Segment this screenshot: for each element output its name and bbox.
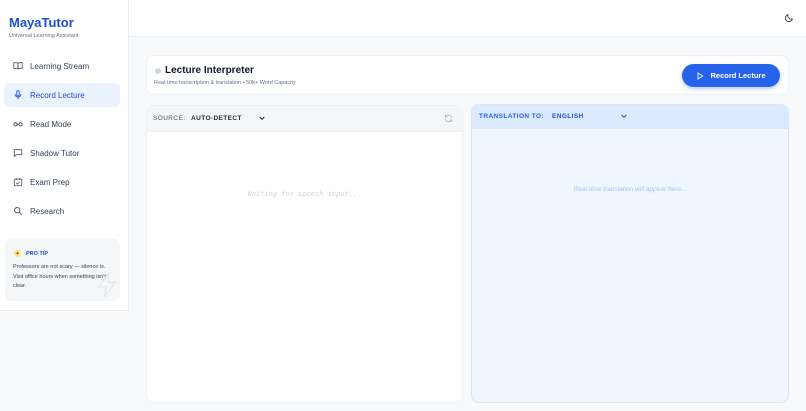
sidebar-item-research[interactable]: Research [4,199,120,223]
search-icon [13,206,23,216]
source-placeholder: Waiting for speech input... [247,190,362,198]
sidebar-item-record-lecture[interactable]: Record Lecture [4,83,120,107]
translation-placeholder: Real-time translation will appear here..… [573,186,687,193]
pro-tip-heading-text: PRO TIP [26,250,49,257]
source-panel-header: SOURCE: AUTO-DETECT [147,106,462,132]
play-outline-icon [698,71,704,80]
book-open-icon [13,61,23,71]
sidebar: MayaTutor Universal Learning Assistant L… [0,0,129,311]
chevron-down-icon[interactable] [620,112,628,120]
app-root: MayaTutor Universal Learning Assistant L… [0,0,806,411]
pro-tip-heading: ✦ PRO TIP [14,250,48,257]
chevron-down-icon[interactable] [258,114,266,122]
sidebar-item-label: Read Mode [30,119,72,129]
sidebar-item-label: Learning Stream [30,61,90,71]
sidebar-item-read-mode[interactable]: Read Mode [4,112,120,136]
translation-label: TRANSLATION TO: [479,113,544,120]
microphone-icon [13,90,23,100]
lightbulb-icon: ✦ [14,250,21,257]
sidebar-item-label: Research [30,206,65,216]
sidebar-item-label: Exam Prep [30,177,70,187]
target-language-select[interactable]: ENGLISH [552,113,584,120]
record-lecture-label: Record Lecture [710,71,766,80]
translation-panel-header: TRANSLATION TO: ENGLISH [472,105,788,129]
sidebar-item-exam-prep[interactable]: Exam Prep [4,170,120,194]
top-bar [129,0,806,37]
brand-tagline: Universal Learning Assistant [9,33,79,39]
record-lecture-button[interactable]: Record Lecture [682,64,780,87]
moon-icon[interactable] [784,13,794,23]
calendar-check-icon [13,177,23,187]
source-label: SOURCE: [153,115,186,122]
sidebar-item-label: Record Lecture [30,90,85,100]
page-title: Lecture Interpreter [165,65,254,76]
brand-title: MayaTutor [9,15,74,30]
source-panel: SOURCE: AUTO-DETECT Waiting for speech i… [146,105,463,403]
pro-tip-card: ✦ PRO TIP Professors are not scary — sil… [5,239,120,301]
page-subtitle: Real-time transcription & translation • … [154,80,296,86]
source-language-select[interactable]: AUTO-DETECT [191,115,242,122]
translation-panel: TRANSLATION TO: ENGLISH Real-time transl… [471,104,789,403]
sidebar-item-shadow-tutor[interactable]: Shadow Tutor [4,141,120,165]
lecture-header-card: Lecture Interpreter Real-time transcript… [146,55,789,95]
lightning-bolt-icon [97,272,117,298]
sidebar-item-learning-stream[interactable]: Learning Stream [4,54,120,78]
refresh-icon[interactable] [444,114,453,123]
status-indicator [155,68,161,74]
sidebar-item-label: Shadow Tutor [30,148,80,158]
glasses-icon [13,119,23,129]
chat-bubble-icon [13,148,23,158]
